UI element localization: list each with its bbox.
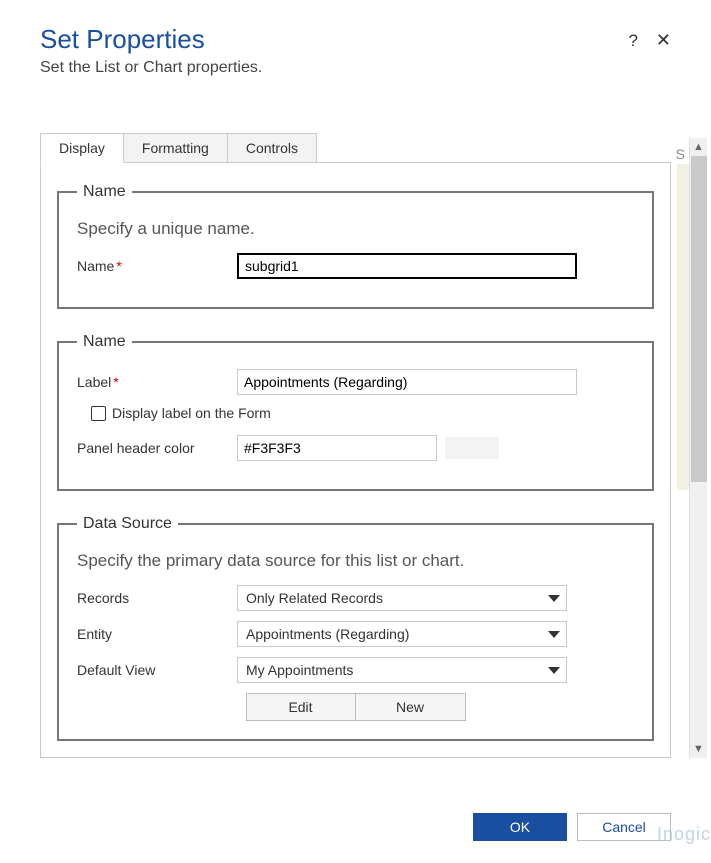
chevron-down-icon bbox=[548, 595, 560, 602]
entity-label: Entity bbox=[77, 626, 237, 642]
entity-select[interactable]: Appointments (Regarding) bbox=[237, 621, 567, 647]
records-label: Records bbox=[77, 590, 237, 606]
chevron-down-icon bbox=[548, 667, 560, 674]
label-input[interactable] bbox=[237, 369, 577, 395]
name-desc: Specify a unique name. bbox=[77, 219, 634, 239]
fieldset-name-unique: Name Specify a unique name. Name* bbox=[57, 183, 654, 309]
display-label-checkbox[interactable] bbox=[91, 406, 106, 421]
label-field-label: Label* bbox=[77, 374, 237, 390]
cropped-text: S bbox=[676, 146, 685, 162]
default-view-label: Default View bbox=[77, 662, 237, 678]
chevron-down-icon bbox=[548, 631, 560, 638]
panel-color-input[interactable] bbox=[237, 435, 437, 461]
tab-display[interactable]: Display bbox=[40, 133, 124, 163]
ok-button[interactable]: OK bbox=[473, 813, 567, 841]
edit-button[interactable]: Edit bbox=[246, 693, 356, 721]
scroll-down-icon[interactable]: ▼ bbox=[690, 740, 707, 758]
name-input[interactable] bbox=[237, 253, 577, 279]
legend-data-source: Data Source bbox=[77, 515, 178, 533]
new-button[interactable]: New bbox=[356, 693, 466, 721]
scrollbar[interactable]: ▲ ▼ bbox=[689, 138, 707, 758]
tab-controls[interactable]: Controls bbox=[227, 133, 317, 162]
scroll-thumb[interactable] bbox=[691, 156, 707, 482]
dialog-subtitle: Set the List or Chart properties. bbox=[40, 59, 671, 77]
display-label-checkbox-label: Display label on the Form bbox=[112, 405, 271, 421]
tabs: Display Formatting Controls bbox=[40, 133, 671, 163]
default-view-select[interactable]: My Appointments bbox=[237, 657, 567, 683]
help-icon[interactable]: ? bbox=[628, 31, 637, 51]
dialog-title: Set Properties bbox=[40, 24, 671, 55]
tab-panel-display: Name Specify a unique name. Name* Name L… bbox=[40, 163, 671, 758]
ds-desc: Specify the primary data source for this… bbox=[77, 551, 634, 571]
close-icon[interactable]: ✕ bbox=[656, 30, 671, 51]
records-select[interactable]: Only Related Records bbox=[237, 585, 567, 611]
records-value: Only Related Records bbox=[246, 590, 383, 606]
legend-name2: Name bbox=[77, 333, 132, 351]
legend-name: Name bbox=[77, 183, 132, 201]
tab-formatting[interactable]: Formatting bbox=[123, 133, 228, 162]
fieldset-name-label: Name Label* Display label on the Form Pa… bbox=[57, 333, 654, 491]
default-view-value: My Appointments bbox=[246, 662, 353, 678]
entity-value: Appointments (Regarding) bbox=[246, 626, 409, 642]
watermark: Inogic bbox=[657, 824, 711, 845]
fieldset-data-source: Data Source Specify the primary data sou… bbox=[57, 515, 654, 741]
background-shade bbox=[677, 164, 689, 490]
panel-color-swatch[interactable] bbox=[445, 437, 499, 459]
name-field-label: Name* bbox=[77, 258, 237, 274]
scroll-up-icon[interactable]: ▲ bbox=[690, 138, 707, 156]
panel-color-label: Panel header color bbox=[77, 440, 237, 456]
